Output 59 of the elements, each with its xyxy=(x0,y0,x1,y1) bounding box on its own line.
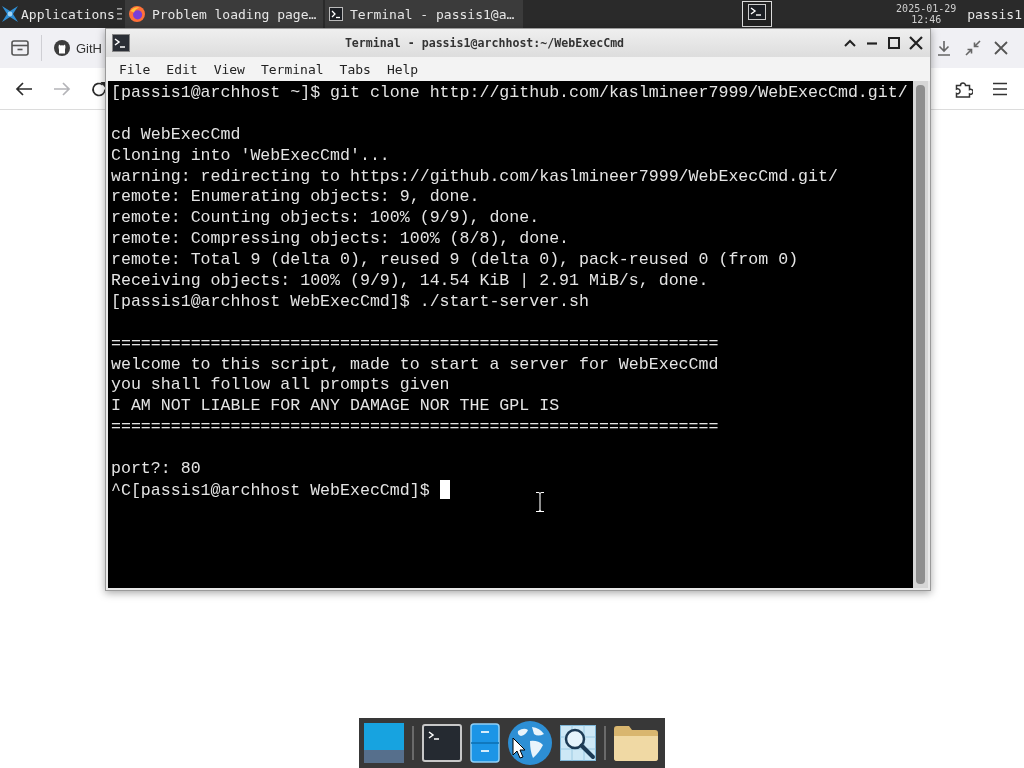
terminal-line: I AM NOT LIABLE FOR ANY DAMAGE NOR THE GPL IS xyxy=(111,396,560,416)
menu-item[interactable]: Terminal xyxy=(252,61,332,77)
menu-item[interactable]: Help xyxy=(378,61,427,77)
reload-icon[interactable] xyxy=(91,80,107,97)
site-logo-icon xyxy=(54,40,70,56)
menu-item[interactable]: File xyxy=(111,61,159,77)
i-beam-pointer-icon xyxy=(535,491,545,513)
terminal-icon xyxy=(112,34,130,52)
user-name[interactable]: passis1 xyxy=(967,6,1024,22)
terminal-icon xyxy=(748,4,767,20)
menu-item[interactable]: View xyxy=(205,61,253,77)
window-title: Terminal - passis1@archhost:~/WebExecCmd xyxy=(344,36,625,50)
scrollbar-thumb[interactable] xyxy=(916,85,925,584)
clock-date: 2025-01-29 xyxy=(896,3,957,14)
terminal-icon[interactable] xyxy=(422,724,462,762)
terminal-icon xyxy=(328,7,343,21)
terminal-line: [passis1@archhost ~]$ git clone http://github.com/kaslmineer7999/WebExecCmd.git/ xyxy=(111,83,908,102)
download-icon[interactable] xyxy=(936,40,952,56)
terminal-line: ^C[passis1@archhost WebExecCmd]$ xyxy=(111,480,430,500)
globe-icon[interactable] xyxy=(508,721,552,765)
terminal-line: warning: redirecting to https://github.com/kaslmineer7999/WebExecCmd.git/ xyxy=(111,166,838,186)
terminal-line: Cloning into 'WebExecCmd'... xyxy=(111,145,390,165)
cabinet-icon[interactable] xyxy=(470,723,500,763)
terminal-line: remote: Total 9 (delta 0), reused 9 (delta 0), pack-reused 0 (from 0) xyxy=(111,250,799,270)
folder-icon[interactable] xyxy=(614,725,658,761)
workspace-button[interactable] xyxy=(742,1,773,27)
terminal-line: ============================================================= xyxy=(111,417,719,437)
applications-menu[interactable]: Applications xyxy=(0,0,115,28)
terminal-line: remote: Counting objects: 100% (9/9), done. xyxy=(111,208,540,228)
terminal-line: port?: 80 xyxy=(111,459,201,479)
terminal-line: you shall follow all prompts given xyxy=(111,375,450,395)
tray-icon[interactable] xyxy=(11,40,29,56)
back-icon[interactable] xyxy=(15,80,33,97)
minimize-icon[interactable] xyxy=(866,41,878,45)
clock-time: 12:46 xyxy=(911,14,942,25)
terminal-line: Receiving objects: 100% (9/9), 14.54 KiB | 2.91 MiB/s, done. xyxy=(111,271,709,290)
close-icon[interactable] xyxy=(909,36,923,50)
close-icon[interactable] xyxy=(994,41,1008,55)
terminal-line: remote: Enumerating objects: 9, done. xyxy=(111,187,480,207)
collapse-icon[interactable] xyxy=(965,40,981,56)
browser-tab[interactable]: GitH xyxy=(46,32,104,64)
menu-icon[interactable] xyxy=(992,81,1008,96)
app-logo-icon xyxy=(128,6,145,22)
terminal-line: welcome to this script, made to start a server for WebExecCmd xyxy=(111,354,719,374)
terminal-line: [passis1@archhost WebExecCmd]$ ./start-server.sh xyxy=(111,291,589,311)
puzzle-icon[interactable] xyxy=(955,79,973,98)
chevron-up-icon[interactable] xyxy=(844,39,856,47)
pointer-icon xyxy=(512,737,526,759)
maximize-icon[interactable] xyxy=(888,37,900,49)
menu-item[interactable]: Tabs xyxy=(331,61,379,77)
handle-icon xyxy=(116,8,122,20)
magnifier-icon[interactable] xyxy=(560,725,596,761)
terminal-line: cd WebExecCmd xyxy=(111,124,241,144)
apps-menu-icon xyxy=(2,6,18,22)
taskbar-button[interactable]: Problem loading page… xyxy=(124,0,323,28)
terminal-line: remote: Compressing objects: 100% (8/8), done. xyxy=(111,229,570,249)
menu-item[interactable]: Edit xyxy=(158,61,206,77)
terminal-line: ============================================================= xyxy=(111,333,719,353)
taskbar-button[interactable]: Terminal - passis1@a… xyxy=(324,0,523,28)
